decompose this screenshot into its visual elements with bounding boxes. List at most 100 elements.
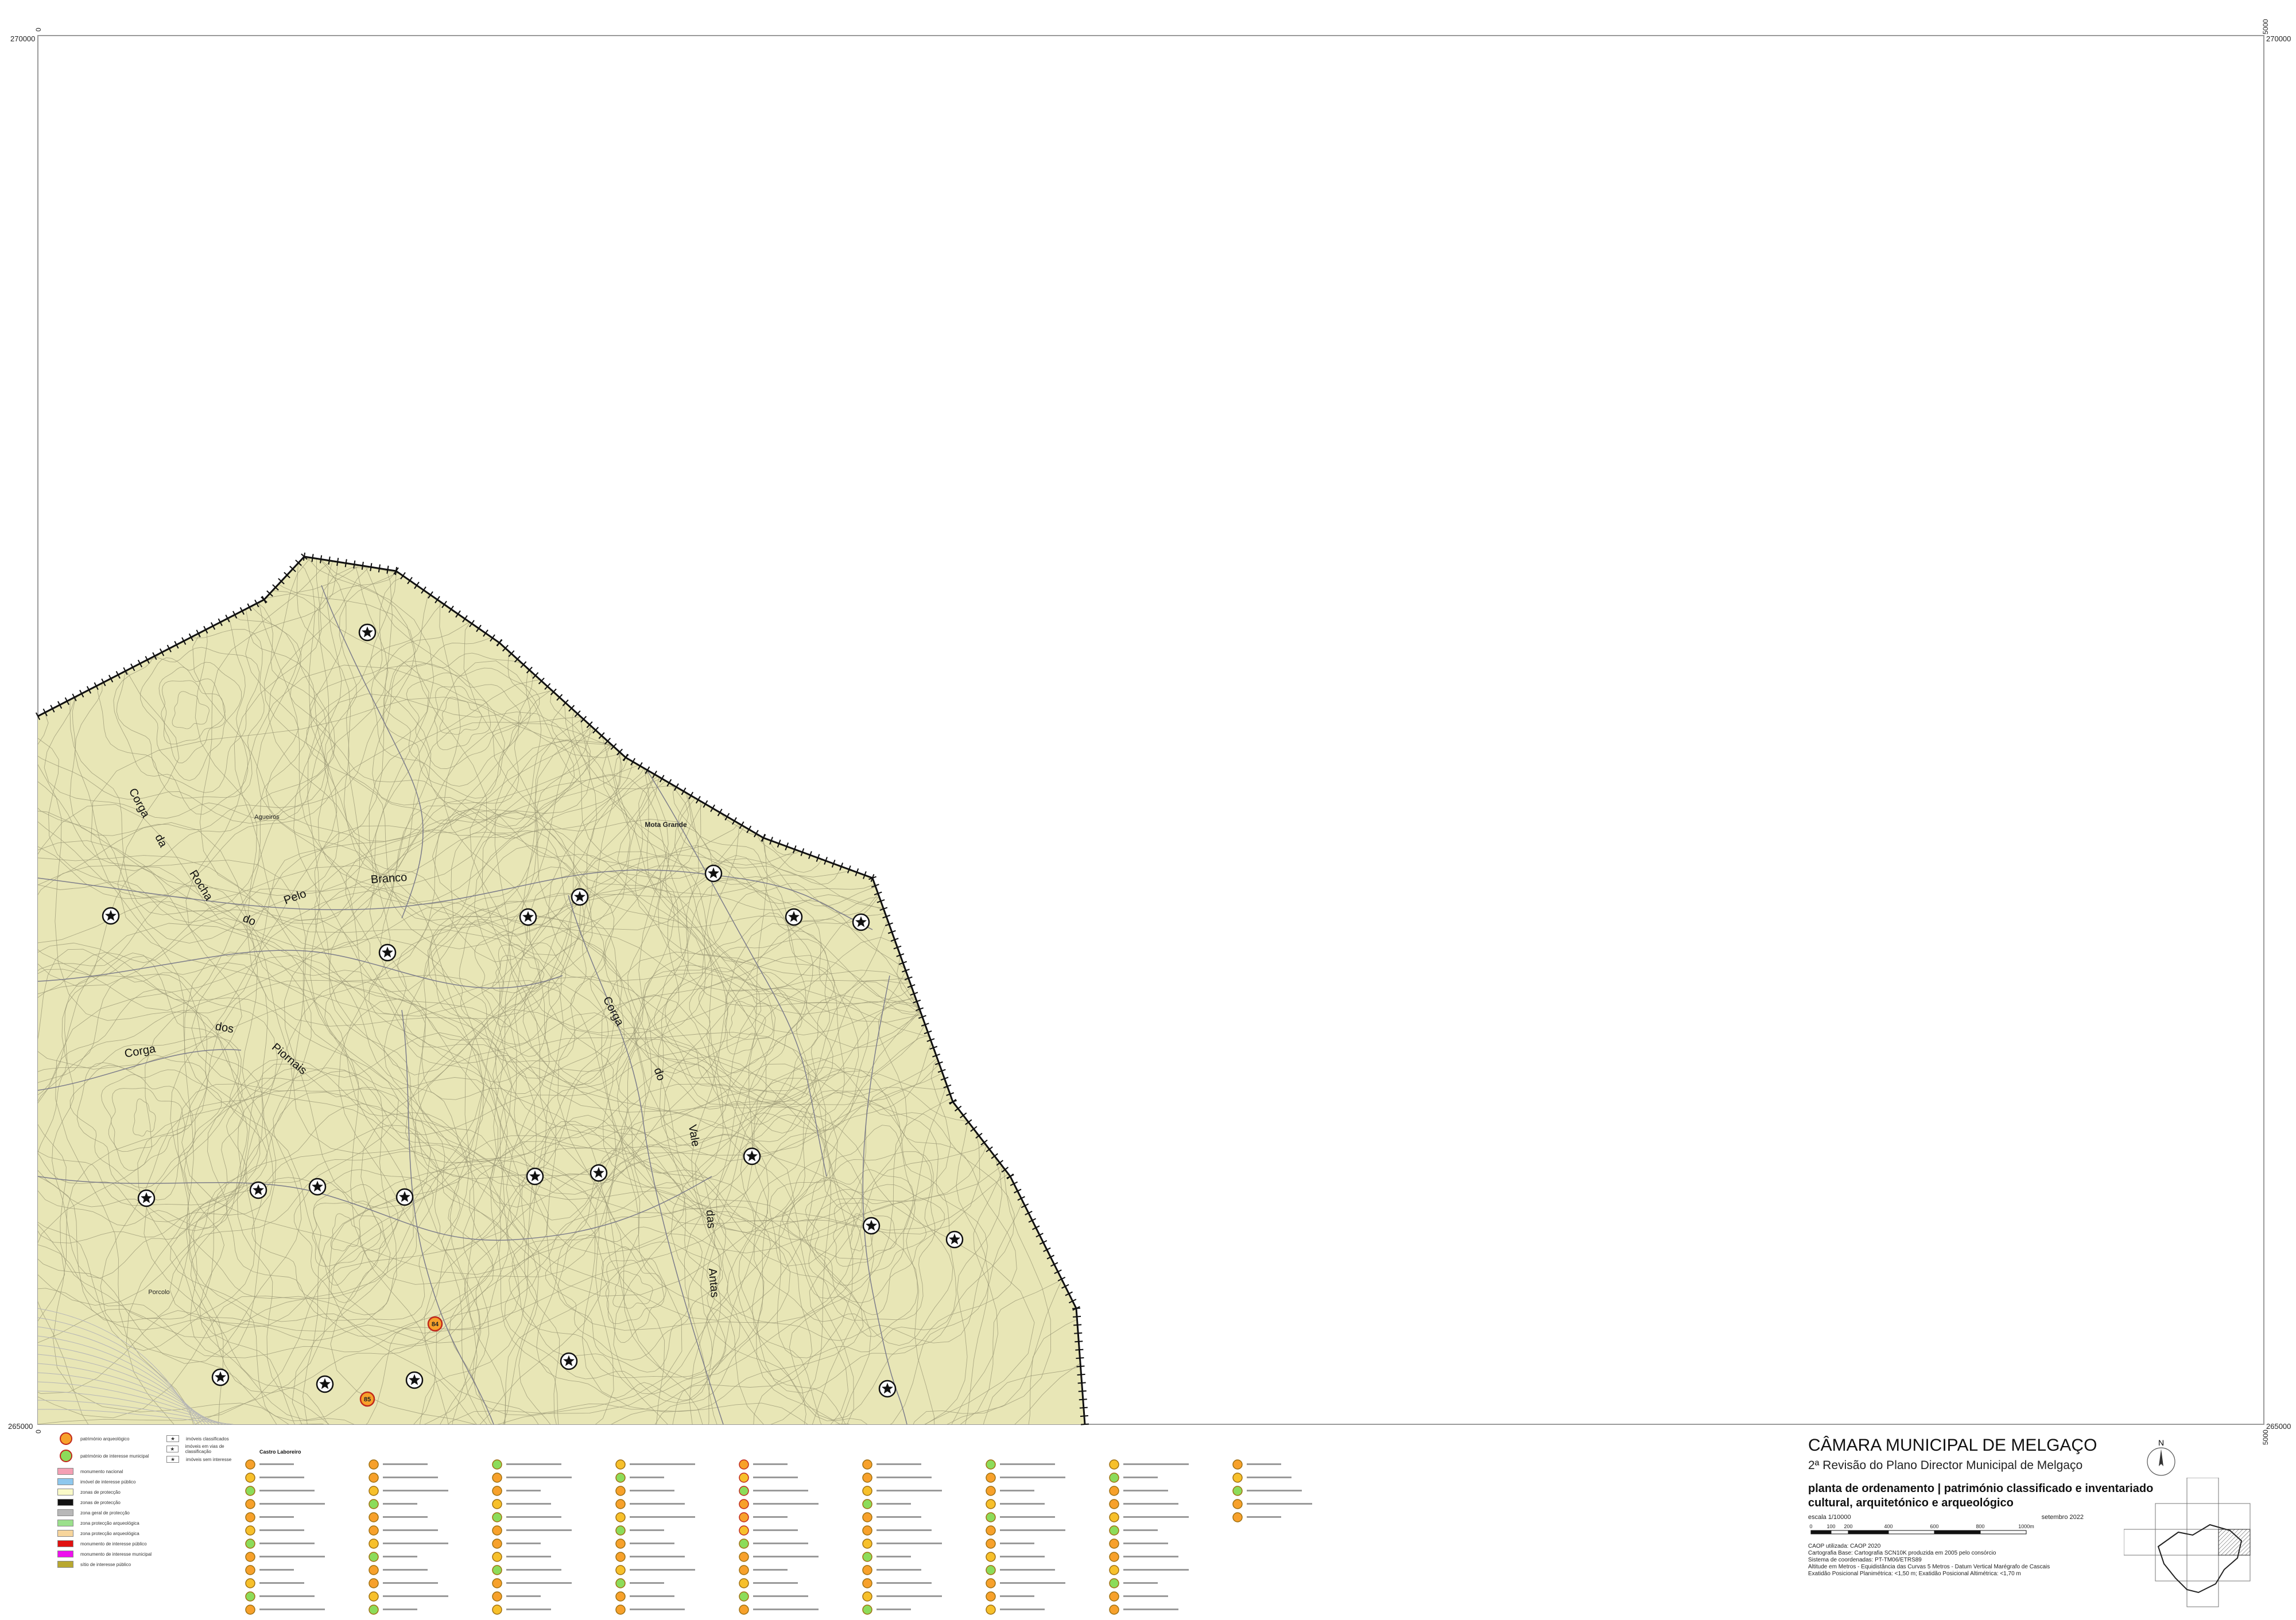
- inventory-marker: [1232, 1459, 1243, 1470]
- inventory-marker: [492, 1525, 502, 1536]
- coord-top-left: 270000: [10, 34, 36, 43]
- inventory-entry-line: [753, 1529, 798, 1531]
- inventory-entry-line: [1123, 1490, 1168, 1491]
- inventory-marker: [986, 1539, 996, 1549]
- legend-label: monumento de interesse municipal: [80, 1551, 152, 1557]
- inventory-entry-line: [506, 1503, 551, 1505]
- classified-heritage-star[interactable]: [102, 907, 120, 925]
- inventory-entry-line: [259, 1595, 315, 1597]
- inventory-entry-line: [1247, 1516, 1281, 1518]
- inventory-marker: [986, 1486, 996, 1496]
- inventory-marker: [245, 1486, 255, 1496]
- classified-heritage-star[interactable]: [785, 908, 803, 926]
- institution-title: CÂMARA MUNICIPAL DE MELGAÇO: [1808, 1436, 2097, 1455]
- inventory-marker: [862, 1591, 872, 1602]
- classified-heritage-star[interactable]: [560, 1352, 578, 1370]
- inventory-marker: [1232, 1512, 1243, 1522]
- inventory-marker: [986, 1565, 996, 1575]
- heritage-inventory-list: [245, 1459, 1312, 1615]
- inventory-marker: [739, 1512, 749, 1522]
- inventory-marker: [862, 1605, 872, 1615]
- inventory-marker: [1109, 1525, 1119, 1536]
- note-line: Altitude em Metros - Equidistância das C…: [1808, 1564, 2050, 1570]
- inventory-marker: [615, 1473, 626, 1483]
- locator-map[interactable]: [2124, 1478, 2285, 1613]
- inventory-entry-line: [1247, 1503, 1312, 1505]
- note-line: Cartografia Base: Cartografia SCN10K pro…: [1808, 1550, 1996, 1556]
- classified-heritage-star[interactable]: [316, 1375, 334, 1393]
- inventory-marker: [369, 1591, 379, 1602]
- inventory-marker: [492, 1512, 502, 1522]
- inventory-marker: [1109, 1565, 1119, 1575]
- classified-heritage-star[interactable]: [862, 1217, 881, 1235]
- inventory-entry-line: [753, 1582, 798, 1584]
- inventory-marker: [615, 1486, 626, 1496]
- inventory-entry-line: [506, 1556, 551, 1557]
- inventory-entry-line: [383, 1529, 438, 1531]
- legend-label: zona protecção arqueológica: [80, 1530, 139, 1536]
- inventory-marker: [739, 1499, 749, 1509]
- inventory-marker: [739, 1539, 749, 1549]
- classified-heritage-star[interactable]: [526, 1167, 544, 1186]
- coord-left-bottom-vertical: 0: [34, 1429, 42, 1433]
- legend-label: imóveis sem interesse: [186, 1456, 232, 1462]
- legend-swatch: [57, 1489, 73, 1495]
- inventory-marker: [986, 1578, 996, 1588]
- inventory-marker: [245, 1605, 255, 1615]
- classified-heritage-star[interactable]: [519, 908, 537, 926]
- classified-heritage-star[interactable]: [945, 1230, 964, 1249]
- heritage-marker-number: 85: [364, 1396, 371, 1403]
- inventory-marker: [245, 1578, 255, 1588]
- legend-swatch: [57, 1540, 73, 1547]
- legend-item: monumento de interesse público: [57, 1540, 147, 1548]
- inventory-marker: [739, 1591, 749, 1602]
- classified-heritage-star[interactable]: [743, 1147, 761, 1166]
- inventory-entry-line: [259, 1543, 315, 1544]
- classified-heritage-star[interactable]: [704, 864, 723, 883]
- legend-label: sítio de interesse público: [80, 1561, 131, 1567]
- inventory-entry-line: [1000, 1490, 1034, 1491]
- inventory-entry-line: [1000, 1582, 1065, 1584]
- heritage-marker-85[interactable]: 85: [359, 1391, 375, 1407]
- place-label-agueiros: Agueiros: [254, 814, 280, 821]
- classified-heritage-star[interactable]: [589, 1164, 608, 1182]
- inventory-marker: [986, 1525, 996, 1536]
- classified-heritage-star[interactable]: [878, 1380, 897, 1398]
- inventory-entry-line: [506, 1595, 541, 1597]
- inventory-marker: [1109, 1605, 1119, 1615]
- inventory-entry-line: [1000, 1529, 1065, 1531]
- inventory-entry-line: [383, 1463, 428, 1465]
- classified-heritage-star[interactable]: [308, 1178, 327, 1196]
- map-canvas[interactable]: 8485 AgueirosMota GrandePorcoloCorgadaRo…: [0, 0, 2296, 1620]
- legend-star-item: ★ imóveis sem interesse: [166, 1455, 231, 1463]
- classified-heritage-star[interactable]: [137, 1189, 156, 1207]
- inventory-entry-line: [630, 1503, 685, 1505]
- classified-heritage-star[interactable]: [378, 943, 397, 962]
- inventory-entry-line: [753, 1543, 808, 1544]
- classified-heritage-star[interactable]: [249, 1181, 267, 1199]
- inventory-entry-line: [876, 1529, 932, 1531]
- inventory-marker: [1109, 1578, 1119, 1588]
- classified-heritage-star[interactable]: [395, 1188, 414, 1206]
- legend-item: monumento nacional: [57, 1467, 123, 1475]
- classified-heritage-star[interactable]: [358, 623, 377, 642]
- inventory-entry-line: [630, 1582, 664, 1584]
- inventory-entry-line: [630, 1595, 674, 1597]
- inventory-marker: [862, 1486, 872, 1496]
- inventory-marker: [245, 1591, 255, 1602]
- inventory-marker: [862, 1525, 872, 1536]
- classified-heritage-star[interactable]: [211, 1368, 230, 1386]
- legend-swatch: [57, 1468, 73, 1475]
- note-line: CAOP utilizada: CAOP 2020: [1808, 1543, 1881, 1549]
- classified-heritage-star[interactable]: [405, 1371, 424, 1389]
- classified-heritage-star[interactable]: [571, 888, 589, 906]
- scale-tick-label: 200: [1844, 1524, 1852, 1529]
- legend-item: monumento de interesse municipal: [57, 1550, 152, 1558]
- inventory-entry-line: [1247, 1477, 1292, 1478]
- coord-bottom-right: 265000: [2266, 1422, 2291, 1431]
- heritage-marker-84[interactable]: 84: [427, 1316, 443, 1332]
- inventory-entry-line: [1000, 1503, 1045, 1505]
- classified-heritage-star[interactable]: [852, 913, 870, 931]
- inventory-entry-line: [630, 1543, 674, 1544]
- inventory-marker: [862, 1512, 872, 1522]
